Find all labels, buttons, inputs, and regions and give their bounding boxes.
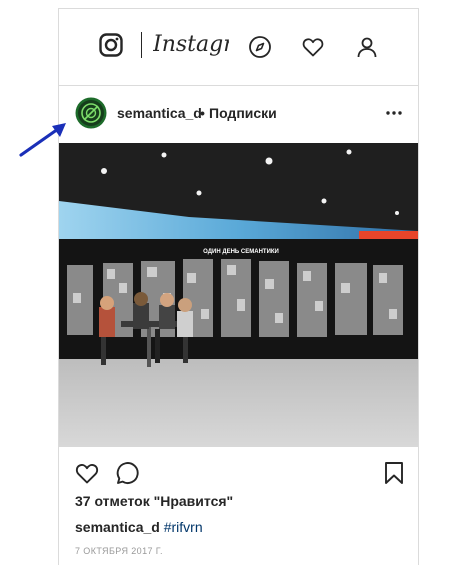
post-header: semantica_d • Подписки: [59, 85, 418, 143]
hashtag-link[interactable]: #rifvrn: [164, 519, 203, 535]
more-options-icon[interactable]: [385, 109, 403, 117]
heart-icon[interactable]: [301, 35, 325, 59]
post-actions: [59, 447, 418, 497]
photo-sign-text: ОДИН ДЕНЬ СЕМАНТИКИ: [203, 249, 279, 255]
post-caption: semantica_d #rifvrn: [75, 519, 203, 535]
post-photo[interactable]: ОДИН ДЕНЬ СЕМАНТИКИ: [59, 143, 418, 447]
instagram-embed: Instagram semantica_d • Подписки: [58, 8, 419, 565]
profile-icon[interactable]: [355, 35, 379, 59]
post-date: 7 ОКТЯБРЯ 2017 Г.: [75, 546, 163, 556]
separator-dot: •: [200, 105, 205, 121]
like-heart-icon[interactable]: [74, 460, 100, 486]
logo-divider: [141, 32, 142, 58]
instagram-wordmark[interactable]: Instagram: [153, 29, 229, 61]
avatar[interactable]: [75, 97, 107, 129]
compass-icon[interactable]: [248, 35, 272, 59]
bookmark-icon[interactable]: [381, 460, 407, 486]
caption-username[interactable]: semantica_d: [75, 519, 160, 535]
instagram-logo-icon[interactable]: [99, 33, 123, 57]
follow-button[interactable]: Подписки: [209, 105, 277, 121]
likes-count[interactable]: 37 отметок "Нравится": [75, 493, 233, 509]
comment-icon[interactable]: [115, 460, 141, 486]
post-username[interactable]: semantica_d: [117, 105, 202, 121]
annotation-arrow-icon: [19, 123, 66, 157]
top-navigation-bar: Instagram: [59, 9, 418, 86]
